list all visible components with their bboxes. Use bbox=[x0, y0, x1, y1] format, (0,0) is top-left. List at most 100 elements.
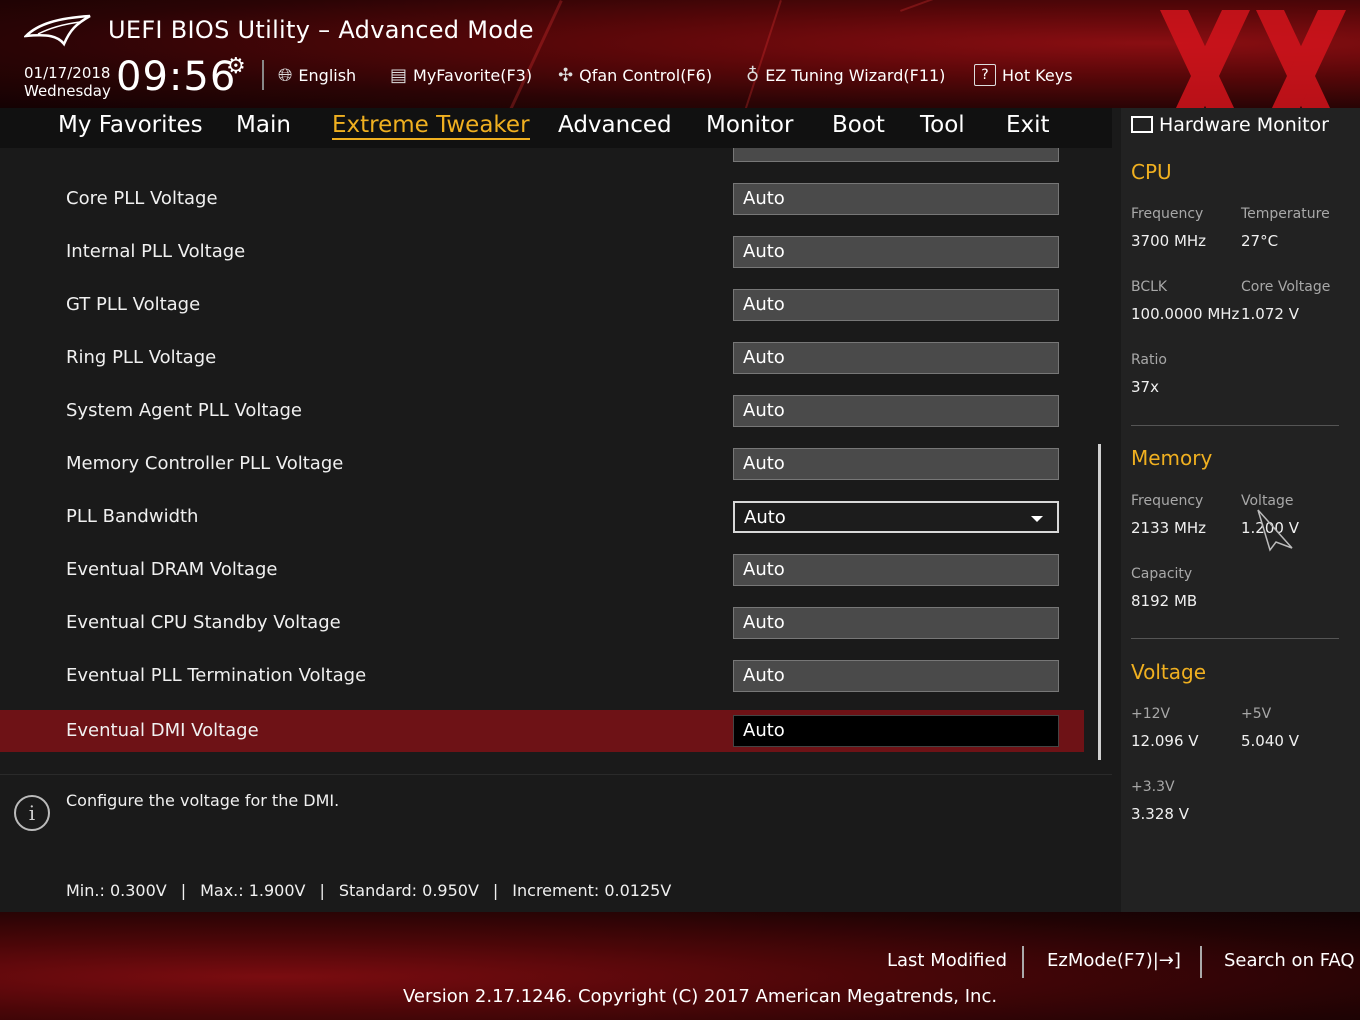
myfavorite-label: MyFavorite(F3) bbox=[413, 65, 533, 85]
setting-label: Eventual DRAM Voltage bbox=[66, 559, 278, 580]
chevron-down-icon[interactable] bbox=[1031, 516, 1043, 522]
language-label: English bbox=[298, 65, 357, 85]
setting-label: System Agent PLL Voltage bbox=[66, 400, 302, 421]
cpu-heading: CPU bbox=[1131, 160, 1172, 184]
tab-main[interactable]: Main bbox=[236, 112, 291, 138]
date-display: 01/17/2018 bbox=[24, 64, 111, 82]
rog-logo-icon bbox=[24, 14, 91, 47]
clock-settings-gear-icon[interactable]: ⚙ bbox=[226, 54, 246, 79]
capacity-value: 8192 MB bbox=[1131, 592, 1198, 610]
hot-keys-label: Hot Keys bbox=[1002, 65, 1073, 85]
setting-value-field[interactable]: Auto bbox=[733, 289, 1059, 321]
v5-label: +5V bbox=[1241, 706, 1272, 722]
qfan-control-button[interactable]: ✣ Qfan Control(F6) bbox=[558, 62, 712, 88]
voltage-heading: Voltage bbox=[1131, 660, 1207, 684]
memory-frequency-label: Frequency bbox=[1131, 493, 1204, 509]
info-icon: i bbox=[14, 795, 50, 831]
clock-display[interactable]: 09:56 bbox=[116, 54, 236, 100]
header-bar: UEFI BIOS Utility – Advanced Mode 01/17/… bbox=[0, 0, 1360, 108]
ratio-label: Ratio bbox=[1131, 352, 1167, 368]
setting-value-field[interactable]: Auto bbox=[733, 554, 1059, 586]
setting-row[interactable]: Internal PLL Voltage Auto bbox=[0, 231, 1084, 273]
setting-row[interactable]: PLL Bandwidth Auto bbox=[0, 496, 1084, 538]
ezmode-button[interactable]: EzMode(F7)|→] bbox=[1047, 950, 1181, 971]
setting-value-field[interactable]: Auto bbox=[733, 183, 1059, 215]
cpu-frequency-value: 3700 MHz bbox=[1131, 232, 1207, 250]
limit-separator: | bbox=[492, 881, 499, 900]
bclk-value: 100.0000 MHz bbox=[1131, 305, 1240, 323]
capacity-label: Capacity bbox=[1131, 566, 1193, 582]
dropdown-selected-value: Auto bbox=[744, 507, 786, 528]
setting-label: Eventual CPU Standby Voltage bbox=[66, 612, 341, 633]
memory-frequency-value: 2133 MHz bbox=[1131, 519, 1207, 537]
setting-value-field[interactable]: Auto bbox=[733, 660, 1059, 692]
bclk-label: BCLK bbox=[1131, 279, 1168, 295]
help-icon: ? bbox=[974, 64, 996, 86]
setting-row-selected[interactable]: Eventual DMI Voltage Auto bbox=[0, 710, 1084, 752]
core-voltage-value: 1.072 V bbox=[1241, 305, 1299, 323]
hardware-monitor-panel: Hardware Monitor CPU Frequency Temperatu… bbox=[1121, 108, 1360, 912]
lightbulb-icon: ♁ bbox=[746, 64, 760, 86]
tab-tool[interactable]: Tool bbox=[920, 112, 965, 138]
dmi-voltage-input[interactable]: Auto bbox=[733, 715, 1059, 747]
main-tab-bar: My Favorites Main Extreme Tweaker Advanc… bbox=[0, 108, 1112, 148]
hot-keys-button[interactable]: ? Hot Keys bbox=[974, 62, 1073, 88]
footer-divider bbox=[1200, 946, 1202, 978]
pll-bandwidth-dropdown[interactable]: Auto bbox=[733, 501, 1059, 533]
hardware-monitor-label: Hardware Monitor bbox=[1159, 114, 1329, 136]
tab-my-favorites[interactable]: My Favorites bbox=[58, 112, 203, 138]
standard-value: Standard: 0.950V bbox=[338, 881, 479, 900]
setting-label: Internal PLL Voltage bbox=[66, 241, 246, 262]
setting-label: Ring PLL Voltage bbox=[66, 347, 217, 368]
language-button[interactable]: 🌐︎ English bbox=[278, 62, 356, 88]
setting-label: PLL Bandwidth bbox=[66, 506, 199, 527]
section-divider bbox=[1131, 425, 1339, 426]
list-scrollbar[interactable] bbox=[1098, 444, 1101, 760]
tab-boot[interactable]: Boot bbox=[832, 112, 885, 138]
settings-list: Core PLL Voltage Auto Internal PLL Volta… bbox=[0, 148, 1112, 764]
setting-label: Core PLL Voltage bbox=[66, 188, 218, 209]
globe-icon: 🌐︎ bbox=[278, 64, 293, 86]
ez-tuning-wizard-button[interactable]: ♁ EZ Tuning Wizard(F11) bbox=[746, 62, 945, 88]
setting-label: GT PLL Voltage bbox=[66, 294, 201, 315]
setting-value-field[interactable]: Auto bbox=[733, 607, 1059, 639]
v12-value: 12.096 V bbox=[1131, 732, 1199, 750]
setting-label: Memory Controller PLL Voltage bbox=[66, 453, 344, 474]
setting-value-field[interactable]: Auto bbox=[733, 342, 1059, 374]
scrolled-off-value-box bbox=[733, 148, 1059, 162]
cpu-temperature-label: Temperature bbox=[1241, 206, 1330, 222]
ratio-value: 37x bbox=[1131, 378, 1159, 396]
increment-value: Increment: 0.0125V bbox=[512, 881, 672, 900]
ez-tuning-label: EZ Tuning Wizard(F11) bbox=[765, 65, 946, 85]
tab-exit[interactable]: Exit bbox=[1006, 112, 1050, 138]
setting-label: Eventual DMI Voltage bbox=[66, 720, 259, 741]
setting-row[interactable]: GT PLL Voltage Auto bbox=[0, 284, 1084, 326]
limit-separator: | bbox=[319, 881, 325, 900]
limit-separator: | bbox=[180, 881, 187, 900]
setting-row[interactable]: Memory Controller PLL Voltage Auto bbox=[0, 443, 1084, 485]
watermark-xx-logo bbox=[1160, 10, 1346, 108]
section-divider bbox=[1131, 638, 1339, 639]
setting-row[interactable]: Ring PLL Voltage Auto bbox=[0, 337, 1084, 379]
myfavorite-button[interactable]: ▤ MyFavorite(F3) bbox=[390, 62, 532, 88]
setting-row[interactable]: Eventual PLL Termination Voltage Auto bbox=[0, 655, 1084, 697]
setting-row[interactable]: Eventual DRAM Voltage Auto bbox=[0, 549, 1084, 591]
v33-label: +3.3V bbox=[1131, 779, 1175, 795]
setting-value-field[interactable]: Auto bbox=[733, 395, 1059, 427]
search-faq-button[interactable]: Search on FAQ bbox=[1224, 950, 1355, 971]
tab-extreme-tweaker[interactable]: Extreme Tweaker bbox=[332, 112, 530, 140]
hardware-monitor-title: Hardware Monitor bbox=[1131, 114, 1329, 136]
setting-row[interactable]: Eventual CPU Standby Voltage Auto bbox=[0, 602, 1084, 644]
app-title: UEFI BIOS Utility – Advanced Mode bbox=[108, 16, 534, 44]
tab-monitor[interactable]: Monitor bbox=[706, 112, 793, 138]
setting-value-field[interactable]: Auto bbox=[733, 236, 1059, 268]
setting-row[interactable]: System Agent PLL Voltage Auto bbox=[0, 390, 1084, 432]
last-modified-button[interactable]: Last Modified bbox=[887, 950, 1007, 971]
v5-value: 5.040 V bbox=[1241, 732, 1299, 750]
footer-divider bbox=[1022, 946, 1024, 978]
footer-bar: Last Modified EzMode(F7)|→] Search on FA… bbox=[0, 912, 1360, 1020]
setting-value-field[interactable]: Auto bbox=[733, 448, 1059, 480]
tab-advanced[interactable]: Advanced bbox=[558, 112, 672, 138]
max-value: Max.: 1.900V bbox=[200, 881, 306, 900]
setting-row[interactable]: Core PLL Voltage Auto bbox=[0, 178, 1084, 220]
